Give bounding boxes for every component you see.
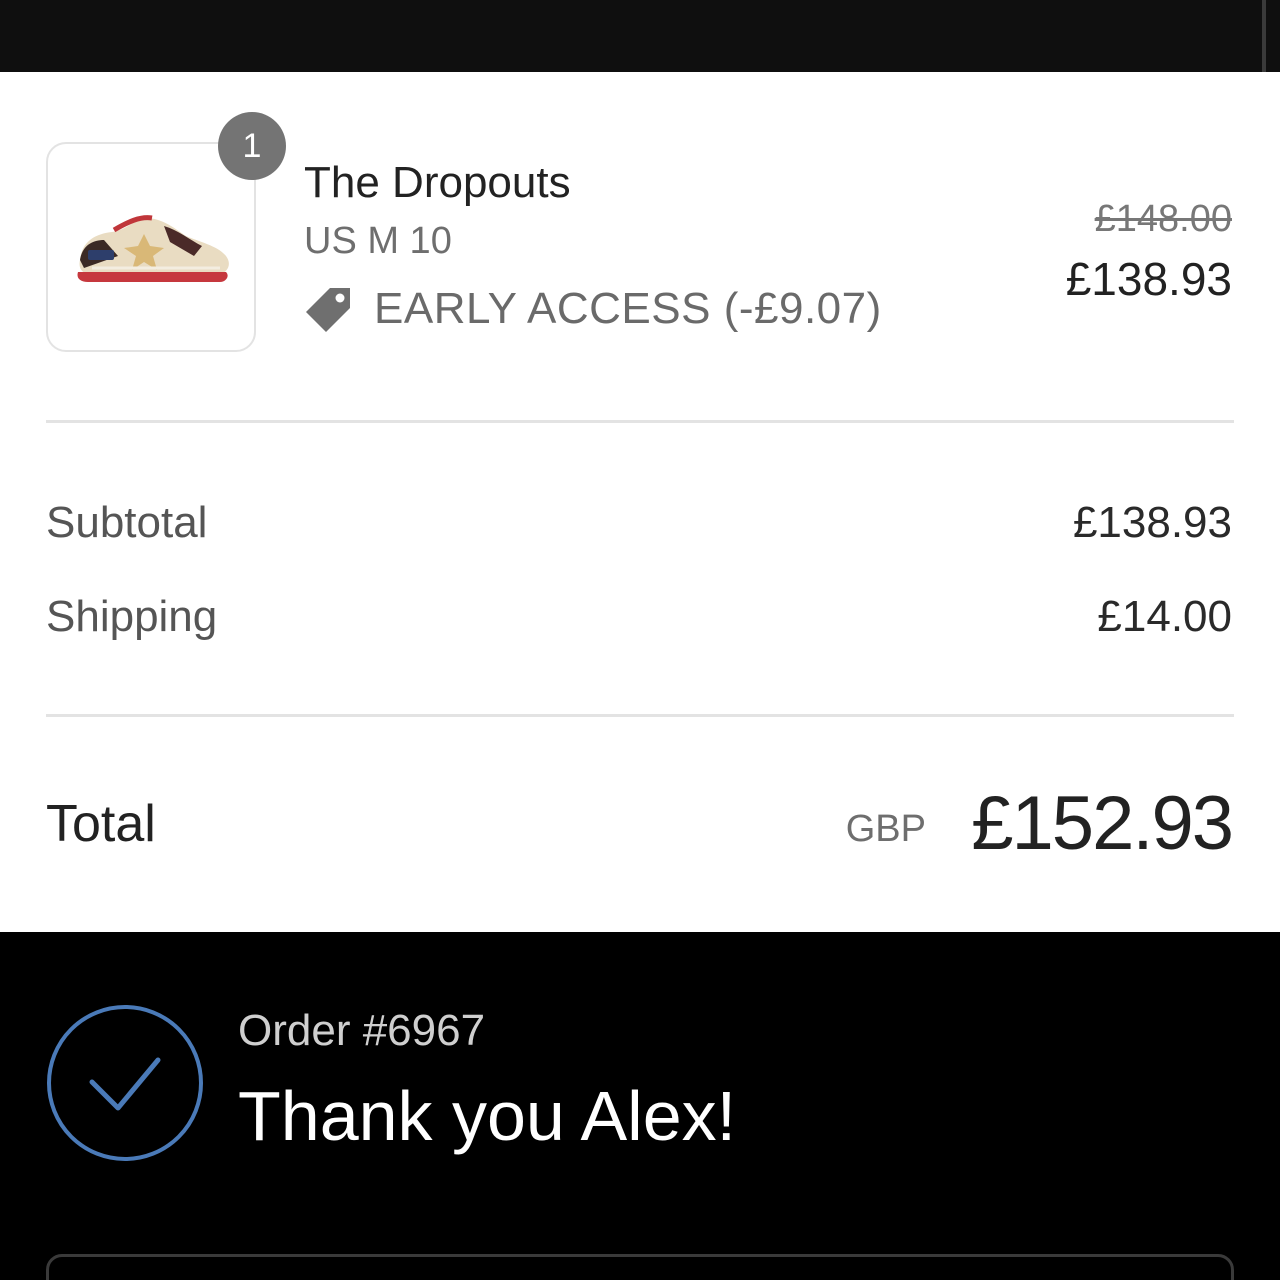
discount-line: EARLY ACCESS (-£9.07) (302, 282, 882, 336)
order-number: Order #6967 (238, 1006, 486, 1055)
shipping-value: £14.00 (1097, 592, 1232, 641)
subtotal-label: Subtotal (46, 498, 208, 547)
product-variant: US M 10 (304, 220, 452, 262)
sneaker-image (77, 215, 229, 282)
product-title: The Dropouts (304, 158, 571, 207)
quantity-badge: 1 (218, 112, 286, 180)
order-summary: 1 The Dropouts US M 10 EARLY ACCESS (-£9… (0, 72, 1280, 932)
total-currency: GBP (845, 808, 926, 850)
tag-icon (306, 288, 350, 332)
check-circle-icon (47, 1005, 203, 1161)
next-section-card (46, 1254, 1234, 1280)
scrollbar[interactable] (1262, 0, 1266, 72)
discount-label: EARLY ACCESS (-£9.07) (374, 284, 882, 333)
original-price: £148.00 (1094, 198, 1232, 240)
order-confirmation: Order #6967 Thank you Alex! (0, 932, 1280, 1280)
item-price: £138.93 (1065, 253, 1232, 305)
divider (46, 714, 1234, 717)
total-value: £152.93 (971, 781, 1234, 866)
product-thumbnail (46, 142, 256, 352)
shipping-label: Shipping (46, 592, 218, 641)
top-bar (0, 0, 1280, 72)
subtotal-value: £138.93 (1072, 498, 1232, 547)
total-label: Total (46, 795, 156, 853)
thank-you-heading: Thank you Alex! (238, 1077, 737, 1155)
divider (46, 420, 1234, 423)
